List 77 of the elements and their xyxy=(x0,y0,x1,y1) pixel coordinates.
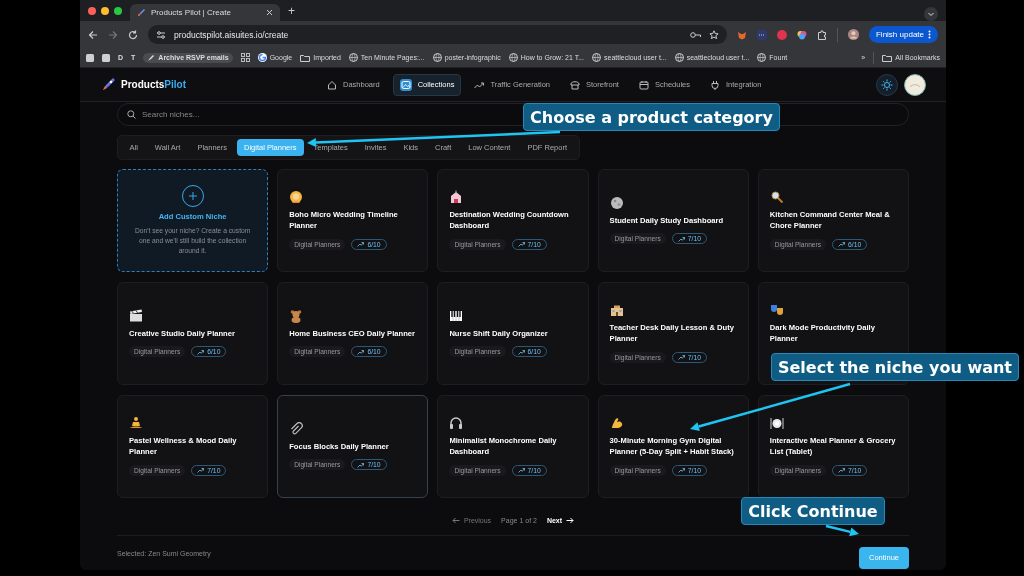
arrow-left-icon xyxy=(451,516,460,524)
image-icon xyxy=(400,79,411,90)
paperclip-icon xyxy=(289,421,304,436)
trend-icon xyxy=(197,467,205,474)
url-text: productspilot.aisuites.io/create xyxy=(174,29,290,40)
chevron-down-icon[interactable] xyxy=(924,7,938,21)
address-bar[interactable]: productspilot.aisuites.io/create xyxy=(148,25,727,44)
apps-icon[interactable] xyxy=(240,53,250,62)
globe-icon xyxy=(508,53,518,62)
masks-icon xyxy=(769,303,784,318)
trend-icon xyxy=(357,461,365,468)
folder-icon xyxy=(882,53,893,62)
store-icon xyxy=(570,79,580,90)
logo-text: Products xyxy=(121,79,165,90)
extension-icon[interactable] xyxy=(796,29,807,40)
fox-icon[interactable] xyxy=(736,29,747,40)
clapperboard-icon xyxy=(129,308,143,323)
trend-icon xyxy=(677,354,685,361)
trend-icon xyxy=(677,467,685,474)
tab-title: Products Pilot | Create xyxy=(151,8,232,17)
teddy-bear-icon xyxy=(289,308,304,323)
home-icon xyxy=(327,79,337,90)
moon-icon xyxy=(609,195,624,210)
trend-icon xyxy=(197,348,205,355)
annotation-tooltip: Click Continue xyxy=(741,497,885,525)
trend-icon xyxy=(517,241,525,248)
arrow xyxy=(825,524,859,537)
theme-toggle-icon[interactable] xyxy=(876,73,898,96)
avatar-icon[interactable] xyxy=(904,73,926,96)
close-window-icon[interactable] xyxy=(88,6,96,15)
annotation-tooltip: Select the niche you want xyxy=(771,353,1019,381)
google-icon xyxy=(257,53,267,62)
plus-icon xyxy=(181,184,204,207)
minimize-window-icon[interactable] xyxy=(101,6,109,15)
headphones-icon xyxy=(449,416,464,431)
search-icon xyxy=(127,110,136,119)
trend-icon xyxy=(838,467,845,474)
globe-icon xyxy=(674,53,684,62)
globe-icon xyxy=(432,53,442,62)
school-icon xyxy=(609,303,624,318)
annotation-tooltip: Choose a product category xyxy=(523,103,780,131)
reload-icon[interactable] xyxy=(128,29,138,40)
globe-icon xyxy=(592,53,601,62)
meditation-icon xyxy=(129,416,143,431)
folder-icon xyxy=(300,53,311,62)
trend-icon xyxy=(357,348,365,355)
chapel-icon xyxy=(449,190,464,205)
flexed-arm-icon xyxy=(609,416,624,431)
magnifier-icon xyxy=(769,190,784,205)
finish-update-button[interactable]: Finish update xyxy=(868,26,938,43)
piano-icon xyxy=(449,308,464,323)
plug-icon xyxy=(710,79,720,90)
puzzle-icon[interactable] xyxy=(816,29,827,40)
trend-icon xyxy=(357,241,365,248)
close-icon[interactable] xyxy=(266,9,273,16)
trend-icon xyxy=(517,467,525,474)
woman-icon xyxy=(289,190,304,205)
avatar-icon[interactable] xyxy=(847,29,859,40)
trend-icon xyxy=(474,79,485,90)
new-tab-button[interactable]: + xyxy=(288,3,295,18)
globe-icon xyxy=(757,53,767,62)
star-icon[interactable] xyxy=(708,29,719,40)
key-icon[interactable] xyxy=(689,30,701,39)
plate-icon xyxy=(769,416,784,431)
calendar-icon xyxy=(638,79,649,90)
trend-icon xyxy=(838,241,845,248)
trend-icon xyxy=(677,235,685,242)
tune-icon xyxy=(156,29,166,40)
more-icon xyxy=(928,30,931,39)
back-icon[interactable] xyxy=(88,29,98,40)
globe-icon xyxy=(348,53,358,62)
arrow-right-icon xyxy=(566,516,575,524)
trend-icon xyxy=(517,348,525,355)
extension-icon[interactable] xyxy=(756,29,767,40)
logo-text: Pilot xyxy=(164,79,186,90)
browser-tab[interactable]: Products Pilot | Create xyxy=(130,4,280,21)
maximize-window-icon[interactable] xyxy=(114,6,122,15)
